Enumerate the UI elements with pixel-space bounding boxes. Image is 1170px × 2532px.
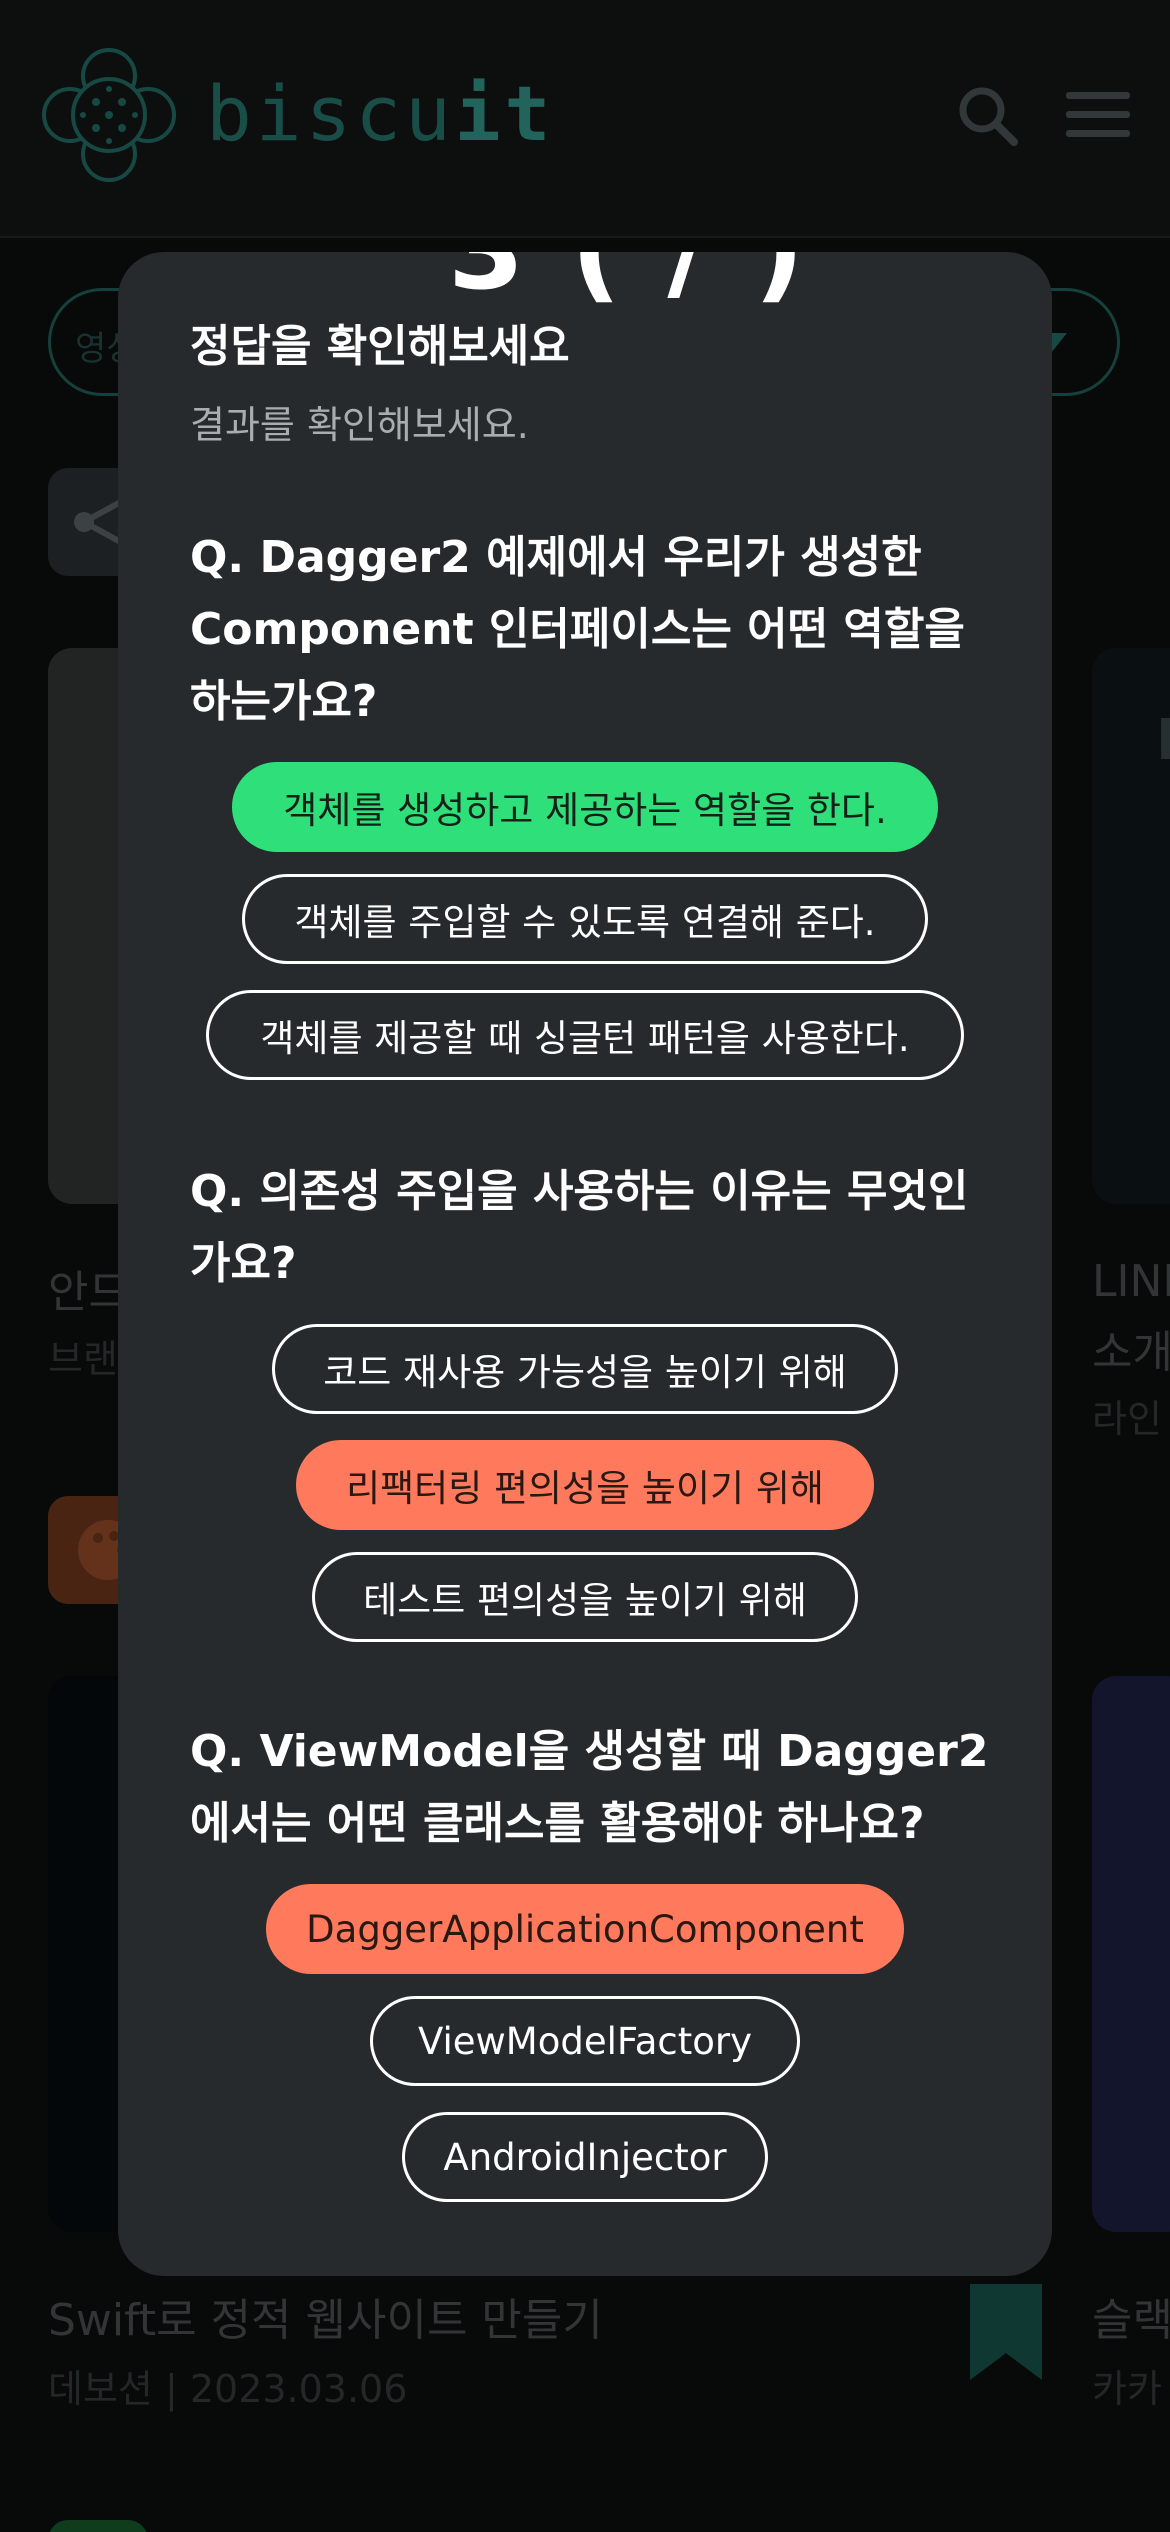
menu-bar bbox=[1066, 130, 1130, 137]
biscuit-logo-icon[interactable] bbox=[38, 44, 180, 186]
bookmark-icon[interactable] bbox=[970, 2284, 1042, 2380]
question-text-line: 하는가요? bbox=[190, 676, 378, 727]
article-title[interactable]: Swift로 정적 웹사이트 만들기 bbox=[48, 2284, 603, 2348]
answer-option[interactable]: 객체를 제공할 때 싱글턴 패턴을 사용한다. bbox=[206, 990, 964, 1080]
question-text-line: Q. ViewModel을 생성할 때 Dagger2 bbox=[190, 1726, 989, 1777]
answer-option[interactable]: ViewModelFactory bbox=[370, 1996, 800, 2086]
score-heading: 3 ( / ) bbox=[448, 252, 808, 314]
answer-option-wrong[interactable]: 리팩터링 편의성을 높이기 위해 bbox=[296, 1440, 874, 1530]
menu-bar bbox=[1066, 111, 1130, 118]
quiz-result-modal: 3 ( / ) 정답을 확인해보세요 결과를 확인해보세요. Q. Dagger… bbox=[118, 252, 1052, 2276]
answer-option[interactable]: 코드 재사용 가능성을 높이기 위해 bbox=[272, 1324, 898, 1414]
answer-option-wrong[interactable]: DaggerApplicationComponent bbox=[266, 1884, 904, 1974]
menu-bar bbox=[1066, 92, 1130, 99]
question-1: Q. Dagger2 예제에서 우리가 생성한 Component 인터페이스는… bbox=[190, 522, 990, 738]
article-title[interactable]: LINE bbox=[1092, 1256, 1170, 1307]
question-text-line: Q. Dagger2 예제에서 우리가 생성한 bbox=[190, 532, 922, 583]
search-icon[interactable] bbox=[956, 84, 1020, 148]
logo-text-light: biscu bbox=[206, 69, 455, 158]
article-source: 라인 bbox=[1092, 1397, 1162, 1441]
answer-option[interactable]: 객체를 주입할 수 있도록 연결해 준다. bbox=[242, 874, 928, 964]
article-source: 브랜 bbox=[48, 1337, 118, 1381]
category-chip[interactable] bbox=[48, 2520, 148, 2532]
question-text-line: Component 인터페이스는 어떤 역할을 bbox=[190, 604, 965, 655]
logo-wordmark[interactable]: biscuit bbox=[206, 76, 554, 152]
answer-option[interactable]: 테스트 편의성을 높이기 위해 bbox=[312, 1552, 858, 1642]
app-header: biscuit bbox=[0, 0, 1170, 238]
modal-subtitle: 결과를 확인해보세요. bbox=[190, 403, 529, 447]
question-text-line: 가요? bbox=[190, 1238, 297, 1289]
question-2: Q. 의존성 주입을 사용하는 이유는 무엇인 가요? bbox=[190, 1156, 990, 1300]
article-meta: 데보션 | 2023.03.06 bbox=[48, 2367, 408, 2411]
article-title-line2[interactable]: 소개 bbox=[1092, 1316, 1170, 1380]
article-title[interactable]: 슬랙 bbox=[1092, 2284, 1170, 2348]
article-card-thumbnail[interactable]: L bbox=[1092, 648, 1170, 1204]
logo-text-bold: it bbox=[454, 69, 555, 158]
thumbnail-deco: L bbox=[1156, 708, 1170, 773]
answer-option-correct[interactable]: 객체를 생성하고 제공하는 역할을 한다. bbox=[232, 762, 938, 852]
article-card-thumbnail[interactable] bbox=[1092, 1676, 1170, 2232]
answer-option[interactable]: AndroidInjector bbox=[402, 2112, 768, 2202]
article-meta: 카카 bbox=[1092, 2367, 1162, 2411]
hamburger-menu-icon[interactable] bbox=[1066, 92, 1130, 144]
question-3: Q. ViewModel을 생성할 때 Dagger2 에서는 어떤 클래스를 … bbox=[190, 1716, 990, 1860]
question-text-line: Q. 의존성 주입을 사용하는 이유는 무엇인 bbox=[190, 1166, 969, 1217]
modal-title: 정답을 확인해보세요 bbox=[190, 321, 570, 372]
question-text-line: 에서는 어떤 클래스를 활용해야 하나요? bbox=[190, 1798, 925, 1849]
article-title[interactable]: 안드 bbox=[48, 1256, 129, 1320]
